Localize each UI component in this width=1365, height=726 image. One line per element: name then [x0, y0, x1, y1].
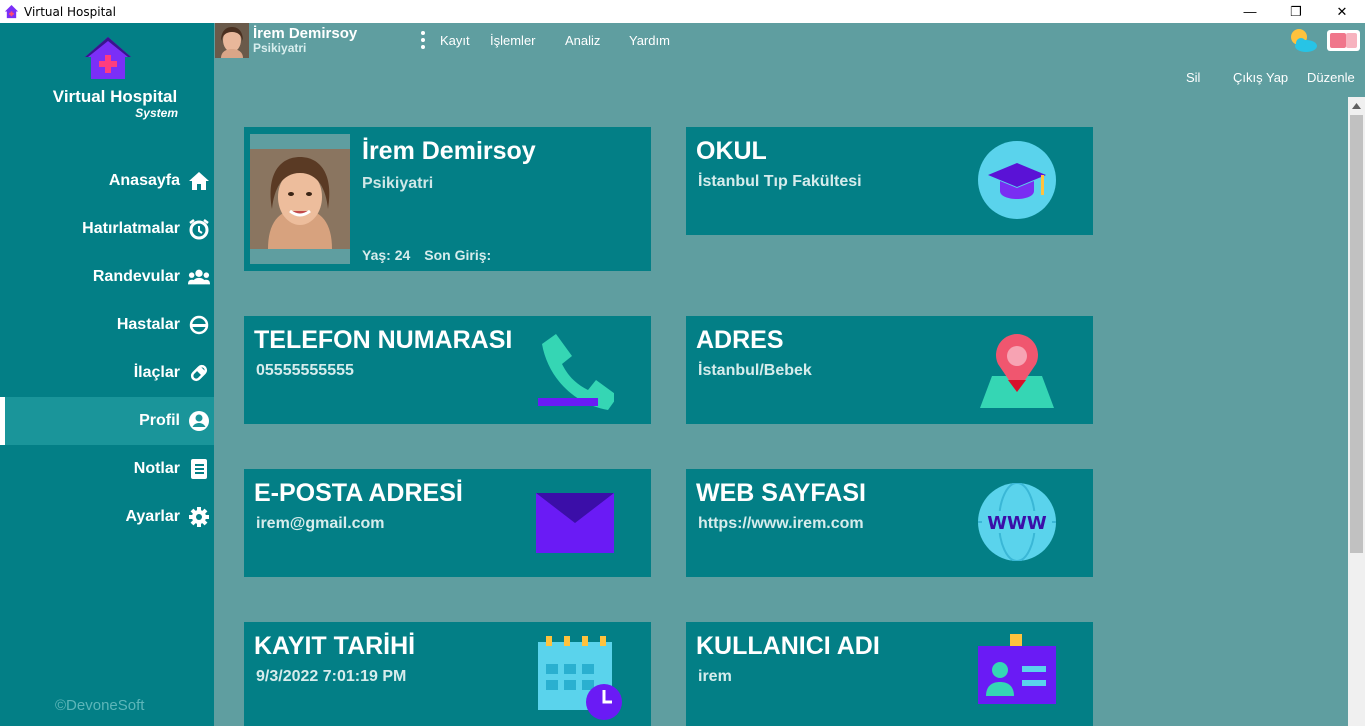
email-card: E-POSTA ADRESİ irem@gmail.com: [244, 469, 651, 577]
nav-profil[interactable]: Profil: [0, 397, 214, 445]
card-value: irem@gmail.com: [256, 515, 385, 532]
menu-islemler[interactable]: İşlemler: [490, 33, 536, 48]
nav-anasayfa[interactable]: Anasayfa: [0, 157, 214, 205]
profile-age: Yaş: 24: [362, 247, 411, 263]
theme-toggle[interactable]: [1327, 30, 1360, 51]
menu-kayit[interactable]: Kayıt: [440, 33, 470, 48]
nav-label: Hastalar: [116, 316, 180, 333]
card-title: KAYIT TARİHİ: [254, 632, 416, 660]
header-user-name: İrem Demirsoy: [253, 25, 358, 42]
copyright-text: ©DevoneSoft: [55, 697, 145, 714]
window-titlebar: Virtual Hospital — ❐ ✕: [0, 0, 1365, 23]
envelope-icon: [536, 493, 614, 553]
card-title: TELEFON NUMARASI: [254, 326, 513, 354]
svg-text:WWW: WWW: [987, 513, 1047, 534]
logout-button[interactable]: Çıkış Yap: [1233, 70, 1288, 85]
profile-card: İrem Demirsoy Psikiyatri Yaş: 24 Son Gir…: [244, 127, 651, 271]
card-title: WEB SAYFASI: [696, 479, 866, 507]
nav-ilaclar[interactable]: İlaçlar: [0, 349, 214, 397]
nav-label: Ayarlar: [125, 508, 180, 525]
profile-photo: [250, 149, 350, 249]
toggle-track: [1346, 33, 1357, 48]
nav-notlar[interactable]: Notlar: [0, 445, 214, 493]
profile-meta: Yaş: 24 Son Giriş:: [362, 247, 491, 263]
nav-label: Profil: [139, 412, 180, 429]
patient-icon: [188, 314, 210, 336]
profile-name: İrem Demirsoy: [362, 137, 536, 165]
card-value: 9/3/2022 7:01:19 PM: [256, 668, 407, 685]
scroll-up-icon[interactable]: [1348, 97, 1365, 114]
card-value: İstanbul Tıp Fakültesi: [698, 173, 862, 190]
menu-yardim[interactable]: Yardım: [629, 33, 670, 48]
home-icon: [188, 170, 210, 192]
user-circle-icon: [188, 410, 210, 432]
nav-label: Randevular: [92, 268, 180, 285]
weather-theme-icon[interactable]: [1288, 27, 1318, 53]
minimize-button[interactable]: —: [1227, 0, 1273, 23]
card-title: ADRES: [696, 326, 784, 354]
www-globe-icon: WWW: [978, 483, 1056, 561]
map-pin-icon: [980, 334, 1054, 408]
restore-button[interactable]: ❐: [1273, 0, 1319, 23]
school-card: OKUL İstanbul Tıp Fakültesi: [686, 127, 1093, 235]
profile-photo-frame: [250, 134, 350, 264]
header-user-role: Psikiyatri: [253, 41, 307, 55]
sidebar: Virtual Hospital System Anasayfa Hatırla…: [0, 23, 214, 726]
username-card: KULLANICI ADI irem: [686, 622, 1093, 726]
nav-label: İlaçlar: [133, 364, 180, 381]
phone-icon: [538, 334, 614, 410]
nav-hatirlatmalar[interactable]: Hatırlatmalar: [0, 205, 214, 253]
card-value: https://www.irem.com: [698, 515, 864, 532]
registration-date-card: KAYIT TARİHİ 9/3/2022 7:01:19 PM: [244, 622, 651, 726]
notebook-icon: [188, 458, 210, 480]
id-card-icon: [978, 634, 1056, 704]
kebab-menu-icon[interactable]: [420, 30, 426, 50]
avatar[interactable]: [215, 23, 249, 58]
edit-button[interactable]: Düzenle: [1307, 70, 1355, 85]
hospital-logo-icon: [85, 37, 131, 79]
card-value: İstanbul/Bebek: [698, 362, 812, 379]
menu-analiz[interactable]: Analiz: [565, 33, 600, 48]
profile-last-login: Son Giriş:: [424, 247, 492, 263]
graduation-cap-icon: [978, 141, 1056, 219]
alarm-clock-icon: [188, 218, 210, 240]
card-value: irem: [698, 668, 732, 685]
app-house-icon: [4, 4, 19, 19]
nav-hastalar[interactable]: Hastalar: [0, 301, 214, 349]
card-value: 05555555555: [256, 362, 354, 379]
nav-label: Notlar: [133, 460, 180, 477]
nav-randevular[interactable]: Randevular: [0, 253, 214, 301]
brand-subtitle: System: [135, 106, 178, 120]
card-title: E-POSTA ADRESİ: [254, 479, 463, 507]
address-card: ADRES İstanbul/Bebek: [686, 316, 1093, 424]
gear-icon: [188, 506, 210, 528]
users-icon: [188, 266, 210, 288]
close-button[interactable]: ✕: [1319, 0, 1365, 23]
pill-icon: [188, 362, 210, 384]
card-title: KULLANICI ADI: [696, 632, 880, 660]
scrollbar-thumb[interactable]: [1350, 115, 1363, 553]
brand-name: Virtual Hospital: [52, 87, 178, 106]
nav-ayarlar[interactable]: Ayarlar: [0, 493, 214, 541]
nav-label: Hatırlatmalar: [82, 220, 180, 237]
delete-button[interactable]: Sil: [1186, 70, 1200, 85]
window-title: Virtual Hospital: [24, 4, 116, 19]
toggle-knob: [1330, 33, 1346, 48]
web-card: WEB SAYFASI https://www.irem.com WWW: [686, 469, 1093, 577]
vertical-scrollbar[interactable]: [1348, 97, 1365, 726]
nav-label: Anasayfa: [108, 172, 180, 189]
window-controls: — ❐ ✕: [1227, 0, 1365, 23]
calendar-clock-icon: [538, 636, 622, 720]
card-title: OKUL: [696, 137, 767, 165]
phone-card: TELEFON NUMARASI 05555555555: [244, 316, 651, 424]
profile-role: Psikiyatri: [362, 175, 434, 192]
